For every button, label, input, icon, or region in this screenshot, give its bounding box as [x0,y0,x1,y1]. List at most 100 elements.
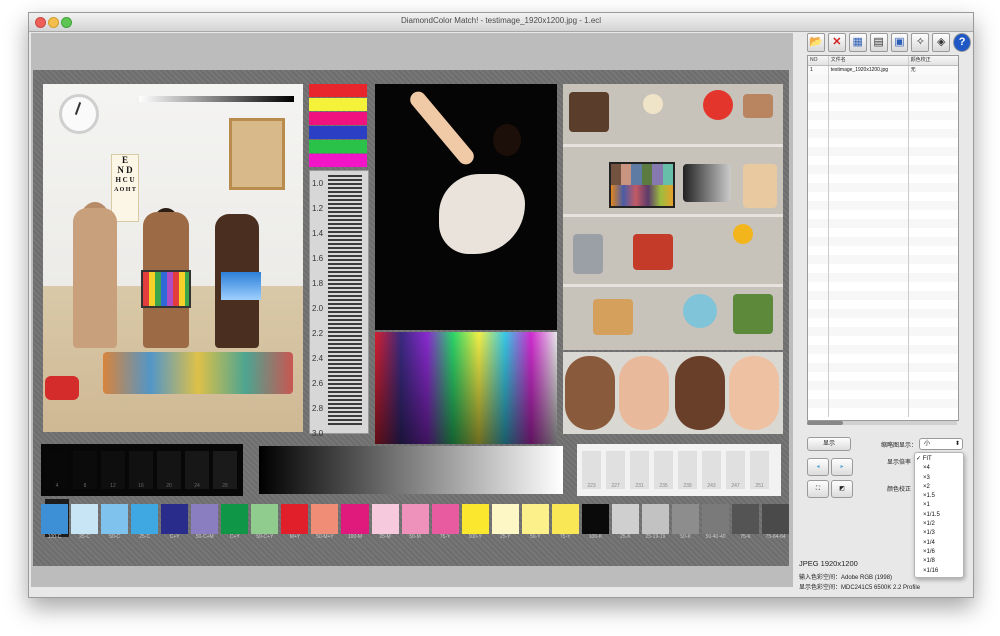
title-bar: DiamondColor Match! - testimage_1920x120… [29,13,973,32]
nav-right-button[interactable]: ▸ [831,458,853,476]
empty-row [808,309,958,318]
wall-clock [59,94,99,134]
zoom-dropdown-menu[interactable]: ✓ FIT ×4 ×3 ×2 ×1.5 ×1 ×1/1.5 ×1/2 ×1/3 ×1/4 ×1/6 ×… [914,452,964,578]
monitor-button[interactable]: ▣ [890,33,909,52]
color-patch: 25-C [131,504,159,540]
nav-left-button[interactable]: ◂ [807,458,829,476]
color-bar [309,84,367,97]
color-patch: 100-C [41,504,69,540]
zoom-option[interactable]: ×1/16 [915,567,963,576]
compare-button[interactable]: ◩ [831,480,853,498]
shadow-detail-strip: 4 8 12 16 20 24 2832 [41,444,243,537]
list-scrollbar[interactable] [807,421,957,425]
zoom-option[interactable]: ×1/6 [915,548,963,557]
color-patch: 100-Y [461,504,489,540]
highlight-patch: 231 [630,451,649,489]
empty-row [808,273,958,282]
arrow-left-icon: ◂ [816,464,820,470]
fit-button[interactable]: ⛶ [807,480,829,498]
color-patch-label: 75-K [740,534,751,540]
document-button[interactable]: ▤ [869,33,888,52]
image-viewer[interactable]: E N D H C U A O H T 1.0 1.2 1.4 1.6 1.8 … [31,33,793,587]
scanner-button[interactable]: ▦ [848,33,867,52]
shadow-patch: 12 [101,451,125,489]
empty-row [808,255,958,264]
display-ratio-label: 显示倍率 [887,460,912,466]
color-patch: 100-K [581,504,609,540]
color-patch-label: 50-C+Y [256,534,274,540]
empty-row [808,147,958,156]
file-row[interactable]: 1 testimage_1920x1200.jpg 无 [808,66,958,75]
thumbnail-label: 缩略图显示： [881,443,918,449]
faces-photo [563,352,783,434]
scanner-icon: ▦ [852,36,863,48]
color-bar [309,154,367,167]
zoom-option[interactable]: ×1/4 [915,539,963,548]
color-patch-label: 25-M [379,534,391,540]
empty-row [808,201,958,210]
color-patch-label: 100-C [47,534,62,540]
zoom-option[interactable]: ×3 [915,474,963,483]
zoom-option[interactable]: ×1 [915,501,963,510]
highlight-patch: 227 [606,451,625,489]
thumbnail-select[interactable]: 小 ⬍ [919,438,963,450]
header-filename[interactable]: 文件名 [829,56,909,65]
empty-row [808,354,958,363]
gray-tick-label: 1.8 [312,279,324,288]
magic-wand-button[interactable]: ✧ [911,33,930,52]
color-book-button[interactable]: ◈ [932,33,951,52]
header-no[interactable]: NO [808,56,829,65]
color-patch-row: 100-C 25-C 50-C 25-C C+Y 50-C+M C+Y 50-C+Y M+Y 50… [41,504,790,544]
test-image: E N D H C U A O H T 1.0 1.2 1.4 1.6 1.8 … [33,70,790,566]
color-patch-label: 50-M+Y [316,534,334,540]
zoom-option[interactable]: ×1/8 [915,557,963,566]
color-patch-label: 25-C [79,534,90,540]
color-patch-label: 25-C [139,534,151,540]
color-patch-label: 75-Y [439,534,451,540]
color-patch: 100-M [341,504,369,540]
toolbar: 📂 ✕ ▦ ▤ ▣ ✧ ◈? [807,33,971,52]
zoom-option[interactable]: ×1/2 [915,520,963,529]
people-photo: E N D H C U A O H T [43,84,303,432]
person-left [73,208,117,348]
color-bars-top [309,84,367,167]
empty-row [808,408,958,417]
help-button[interactable]: ? [953,33,971,52]
color-patch: 25-Y [491,504,519,540]
file-list[interactable]: NO 文件名 颜色校正 1 testimage_1920x1200.jpg 无 [807,55,959,421]
empty-row [808,183,958,192]
color-patch: 75-64-64 [762,504,790,540]
color-patch: 75-Y [551,504,579,540]
close-x-button[interactable]: ✕ [827,33,846,52]
color-bar [309,140,367,153]
color-patch: C+Y [221,504,249,540]
color-patch-label: 25-Y [499,534,511,540]
zoom-option[interactable]: ×4 [915,464,963,473]
shadow-patch: 20 [157,451,181,489]
color-patch-label: C+Y [229,534,240,540]
zoom-option[interactable]: ×1.5 [915,492,963,501]
highlight-patch: 243 [702,451,721,489]
empty-row [808,300,958,309]
open-folder-button[interactable]: 📂 [807,33,825,52]
zoom-option[interactable]: ×2 [915,483,963,492]
empty-row [808,363,958,372]
color-patch: M+Y [281,504,309,540]
zoom-option[interactable]: ×1/3 [915,529,963,538]
zoom-option[interactable]: ×1/1.5 [915,511,963,520]
color-patch: 50-C+Y [251,504,279,540]
gray-tick-label: 1.0 [312,179,324,188]
empty-row [808,399,958,408]
arrow-right-icon: ▸ [840,464,844,470]
app-window: DiamondColor Match! - testimage_1920x120… [28,12,974,598]
gray-scale-column: 1.0 1.2 1.4 1.6 1.8 2.0 2.2 2.4 2.6 2.8 3.0 [309,170,369,438]
color-card [141,270,191,308]
display-button[interactable]: 显示 [807,437,851,451]
zoom-option[interactable]: ✓ FIT [915,455,963,464]
color-patch: 50-Y [521,504,549,540]
magic-wand-icon: ✧ [915,36,925,48]
color-patch-label: C+Y [169,534,180,540]
header-correction[interactable]: 颜色校正 [909,56,958,65]
empty-row [808,192,958,201]
shadow-patch: 16 [129,451,153,489]
